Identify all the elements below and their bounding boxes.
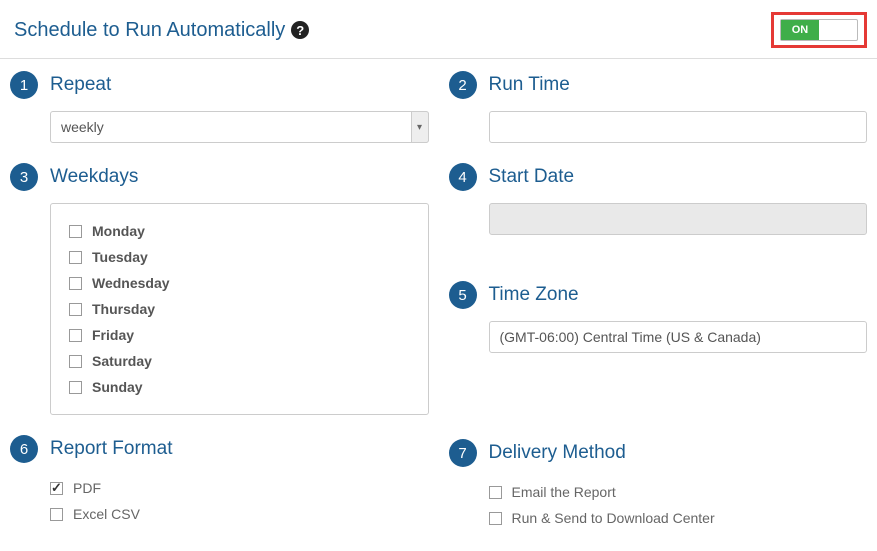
weekday-label: Saturday	[92, 353, 152, 369]
schedule-toggle[interactable]: ON	[780, 19, 858, 41]
step-number: 5	[449, 281, 477, 309]
checkbox-email-report[interactable]	[489, 486, 502, 499]
step-format: 6 Report Format PDF Excel CSV	[10, 435, 429, 527]
weekday-list: Monday Tuesday Wednesday Thursday	[50, 203, 429, 415]
format-label: Excel CSV	[73, 506, 140, 522]
step-runtime: 2 Run Time	[449, 71, 868, 143]
repeat-select[interactable]	[50, 111, 429, 143]
step-title: Repeat	[50, 74, 111, 96]
checkbox-download-center[interactable]	[489, 512, 502, 525]
checkbox-thursday[interactable]	[69, 303, 82, 316]
weekday-label: Wednesday	[92, 275, 170, 291]
step-weekdays: 3 Weekdays Monday Tuesday Wednesday	[10, 163, 429, 415]
list-item: Wednesday	[69, 270, 410, 296]
checkbox-sunday[interactable]	[69, 381, 82, 394]
checkbox-saturday[interactable]	[69, 355, 82, 368]
step-title: Delivery Method	[489, 442, 626, 464]
step-repeat: 1 Repeat ▾	[10, 71, 429, 143]
list-item: Email the Report	[489, 479, 868, 505]
list-item: Tuesday	[69, 244, 410, 270]
step-title: Start Date	[489, 166, 575, 188]
section-title: Schedule to Run Automatically ?	[14, 19, 309, 42]
step-title: Report Format	[50, 438, 172, 460]
format-label: PDF	[73, 480, 101, 496]
checkbox-monday[interactable]	[69, 225, 82, 238]
weekday-label: Friday	[92, 327, 134, 343]
step-title: Weekdays	[50, 166, 138, 188]
right-column: 2 Run Time 4 Start Date 5 Time Zone	[439, 71, 877, 551]
toggle-highlight: ON	[771, 12, 867, 48]
help-icon[interactable]: ?	[291, 21, 309, 39]
timezone-select[interactable]	[489, 321, 868, 353]
list-item: Excel CSV	[50, 501, 429, 527]
weekday-label: Tuesday	[92, 249, 148, 265]
delivery-label: Email the Report	[512, 484, 616, 500]
list-item: PDF	[50, 475, 429, 501]
toggle-on-label: ON	[781, 20, 819, 40]
step-number: 3	[10, 163, 38, 191]
list-item: Run & Send to Download Center	[489, 505, 868, 531]
weekday-label: Thursday	[92, 301, 155, 317]
step-delivery: 7 Delivery Method Email the Report Run &…	[449, 439, 868, 531]
runtime-input[interactable]	[489, 111, 868, 143]
step-number: 6	[10, 435, 38, 463]
checkbox-excel-csv[interactable]	[50, 508, 63, 521]
list-item: Thursday	[69, 296, 410, 322]
list-item: Friday	[69, 322, 410, 348]
step-title: Time Zone	[489, 284, 579, 306]
left-column: 1 Repeat ▾ 3 Weekdays Monday	[0, 71, 439, 551]
checkbox-tuesday[interactable]	[69, 251, 82, 264]
step-number: 1	[10, 71, 38, 99]
weekday-label: Sunday	[92, 379, 143, 395]
title-text: Schedule to Run Automatically	[14, 19, 285, 42]
checkbox-pdf[interactable]	[50, 482, 63, 495]
weekday-label: Monday	[92, 223, 145, 239]
step-timezone: 5 Time Zone	[449, 281, 868, 353]
list-item: Sunday	[69, 374, 410, 400]
checkbox-friday[interactable]	[69, 329, 82, 342]
step-title: Run Time	[489, 74, 570, 96]
list-item: Saturday	[69, 348, 410, 374]
delivery-label: Run & Send to Download Center	[512, 510, 715, 526]
step-startdate: 4 Start Date	[449, 163, 868, 235]
step-number: 4	[449, 163, 477, 191]
startdate-input[interactable]	[489, 203, 868, 235]
step-number: 2	[449, 71, 477, 99]
form-content: 1 Repeat ▾ 3 Weekdays Monday	[0, 59, 877, 551]
list-item: Monday	[69, 218, 410, 244]
section-header: Schedule to Run Automatically ? ON	[0, 0, 877, 59]
checkbox-wednesday[interactable]	[69, 277, 82, 290]
step-number: 7	[449, 439, 477, 467]
